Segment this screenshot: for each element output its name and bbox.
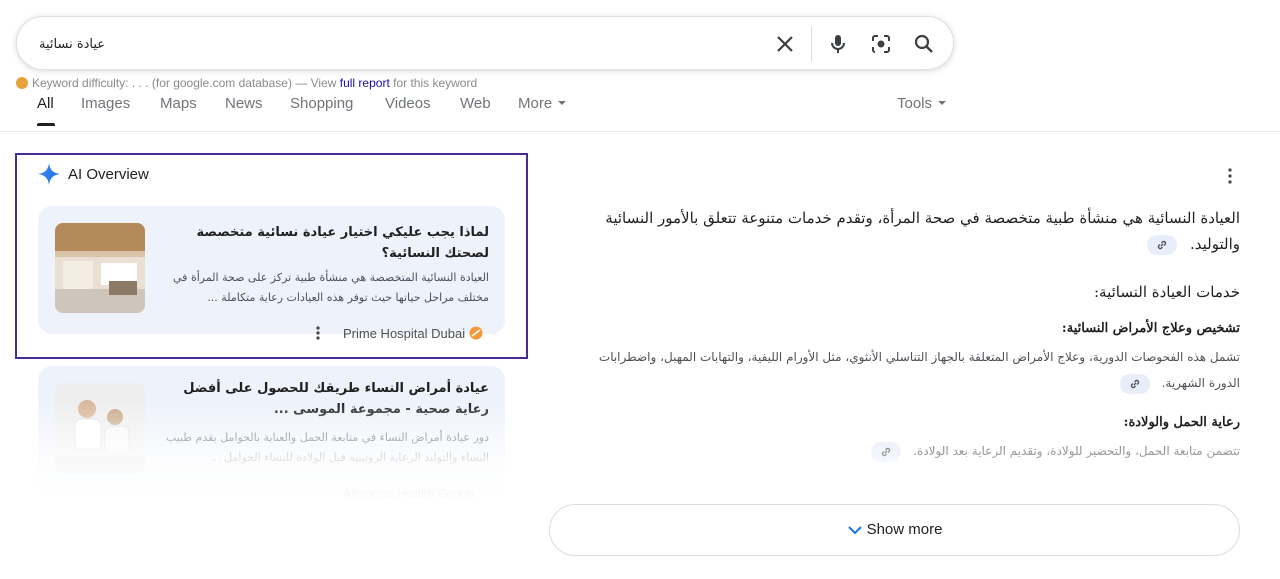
- semrush-icon: [16, 77, 28, 89]
- card-source-name: Prime Hospital Dubai: [343, 326, 466, 341]
- citation-link[interactable]: [1119, 373, 1150, 394]
- card-title[interactable]: عيادة أمراض النساء طريقك للحصول على أفضل…: [162, 378, 489, 420]
- source-card[interactable]: لماذا يجب عليكي اختيار عيادة نسائية متخص…: [38, 206, 505, 341]
- site-favicon-icon: [469, 326, 483, 340]
- citation-link[interactable]: [871, 441, 902, 462]
- tab-all[interactable]: All: [37, 95, 54, 112]
- microphone-icon[interactable]: [826, 32, 850, 56]
- active-tab-indicator: [37, 123, 55, 126]
- search-icon[interactable]: [912, 32, 936, 56]
- tabs-divider: [0, 131, 1280, 132]
- more-vert-icon[interactable]: [1226, 166, 1234, 186]
- card-thumbnail: [55, 383, 145, 473]
- card-title[interactable]: لماذا يجب عليكي اختيار عيادة نسائية متخص…: [162, 222, 490, 264]
- service-body: تشمل هذه الفحوصات الدورية، وعلاج الأمراض…: [570, 344, 1240, 396]
- search-divider: [811, 27, 812, 61]
- chevron-down-icon: [938, 101, 947, 105]
- service-body-text: تتضمن متابعة الحمل، والتحضير للولادة، وت…: [913, 444, 1240, 458]
- chevron-down-icon: [847, 526, 862, 535]
- source-card[interactable]: عيادة أمراض النساء طريقك للحصول على أفضل…: [38, 366, 505, 501]
- tools-label: Tools: [897, 95, 933, 112]
- services-heading: خدمات العيادة النسائية:: [1093, 283, 1240, 301]
- camera-lens-icon[interactable]: [869, 32, 893, 56]
- show-more-button[interactable]: Show more: [549, 504, 1240, 556]
- card-snippet: دور عيادة أمراض النساء في متابعة الحمل و…: [165, 431, 489, 464]
- more-vert-icon[interactable]: [314, 325, 322, 341]
- search-input[interactable]: [37, 31, 741, 57]
- show-more-label: Show more: [866, 521, 943, 538]
- link-icon: [1130, 379, 1139, 388]
- card-source: Prime Hospital Dubai: [343, 326, 483, 341]
- citation-link[interactable]: [1147, 235, 1178, 255]
- keyword-difficulty: Keyword difficulty: . . . (for google.co…: [16, 76, 477, 90]
- kd-value: . . .: [131, 76, 149, 90]
- card-thumbnail: [55, 223, 145, 313]
- service-body: تتضمن متابعة الحمل، والتحضير للولادة، وت…: [570, 438, 1240, 464]
- tab-shopping[interactable]: Shopping: [290, 95, 353, 112]
- tools-button[interactable]: Tools: [897, 95, 947, 112]
- answer-intro: العيادة النسائية هي منشأة طبية متخصصة في…: [600, 205, 1240, 257]
- chevron-down-icon: [558, 101, 567, 105]
- tab-more-label: More: [518, 95, 553, 112]
- tab-maps[interactable]: Maps: [160, 95, 197, 112]
- tab-videos[interactable]: Videos: [385, 95, 431, 112]
- service-title: تشخيص وعلاج الأمراض النسائية:: [1061, 321, 1240, 336]
- link-icon: [882, 447, 891, 456]
- tab-web[interactable]: Web: [460, 95, 491, 112]
- kd-suffix: for this keyword: [393, 76, 478, 90]
- link-icon: [1158, 240, 1167, 250]
- answer-intro-text: العيادة النسائية هي منشأة طبية متخصصة في…: [605, 209, 1240, 253]
- full-report-link[interactable]: full report: [340, 76, 390, 90]
- card-source: Almoosa Health Group: [343, 486, 475, 501]
- sparkle-icon: [38, 163, 60, 185]
- kd-database: (for google.com database) — View: [151, 76, 337, 90]
- close-icon[interactable]: [773, 32, 797, 56]
- card-snippet: العيادة النسائية المتخصصة هي منشأة طبية …: [173, 271, 489, 304]
- search-bar: [16, 16, 954, 70]
- tab-images[interactable]: Images: [81, 95, 130, 112]
- ai-overview-title: AI Overview: [68, 166, 149, 183]
- service-title: رعاية الحمل والولادة:: [1123, 415, 1240, 430]
- tab-news[interactable]: News: [225, 95, 263, 112]
- tab-more[interactable]: More: [518, 95, 567, 112]
